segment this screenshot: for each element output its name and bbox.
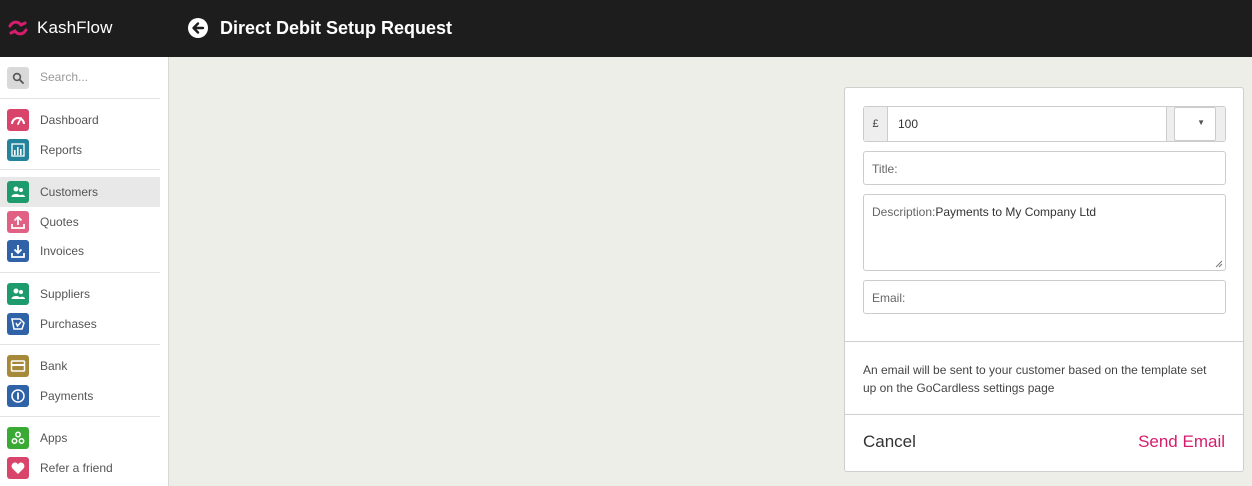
bar-chart-icon [7, 139, 29, 161]
sidebar-divider [0, 272, 160, 273]
brand-name: KashFlow [37, 18, 113, 37]
sidebar-item-apps[interactable]: Apps [0, 423, 160, 453]
top-bar: KashFlow Direct Debit Setup Request [0, 0, 1252, 57]
search-icon [7, 67, 29, 89]
chevron-down-icon: ▼ [1197, 118, 1205, 127]
description-field-label: Description: [872, 205, 936, 219]
email-field[interactable]: Email: [863, 280, 1226, 314]
title-field-label: Title: [872, 162, 898, 176]
sidebar-divider [0, 169, 160, 170]
cancel-button[interactable]: Cancel [863, 432, 916, 452]
sidebar-item-label: Dashboard [40, 113, 99, 127]
sidebar-item-bank[interactable]: Bank [0, 351, 160, 381]
sidebar-divider [0, 416, 160, 417]
sidebar-item-reports[interactable]: Reports [0, 135, 160, 165]
direct-debit-form-panel: £ ▼ Title: Description:Payments to My Co… [844, 87, 1244, 472]
brand[interactable]: KashFlow [8, 17, 112, 39]
page-title: Direct Debit Setup Request [220, 18, 453, 38]
divider [845, 341, 1243, 342]
sidebar-item-label: Apps [40, 431, 68, 445]
info-text: An email will be sent to your customer b… [863, 363, 1207, 395]
amount-input[interactable] [888, 107, 1166, 141]
resize-grip-icon[interactable] [1215, 260, 1223, 268]
sidebar-divider [0, 98, 160, 99]
sidebar-item-suppliers[interactable]: Suppliers [0, 279, 160, 309]
divider [845, 414, 1243, 415]
sidebar-item-refer-a-friend[interactable]: Refer a friend [0, 453, 160, 483]
frequency-select-wrapper: ▼ [1166, 107, 1225, 141]
download-tray-icon [7, 240, 29, 262]
card-icon [7, 355, 29, 377]
sidebar-item-quotes[interactable]: Quotes [0, 207, 160, 237]
sidebar: Search... Dashboard Reports Customers Qu… [0, 57, 169, 486]
sidebar-item-label: Invoices [40, 244, 85, 258]
sidebar-item-label: Purchases [40, 317, 97, 331]
amount-input-group: £ ▼ [863, 106, 1226, 142]
sidebar-item-label: Quotes [40, 215, 79, 229]
heart-icon [7, 457, 29, 479]
sidebar-item-purchases[interactable]: Purchases [0, 309, 160, 339]
description-field[interactable]: Description:Payments to My Company Ltd [863, 194, 1226, 271]
sidebar-item-label: Payments [40, 389, 94, 403]
sidebar-item-label: Reports [40, 143, 83, 157]
send-email-button[interactable]: Send Email [1138, 432, 1225, 452]
sidebar-item-label: Customers [40, 185, 99, 199]
description-value: Payments to My Company Ltd [935, 205, 1097, 219]
back-button[interactable] [188, 18, 208, 38]
frequency-select[interactable]: ▼ [1174, 107, 1216, 141]
sidebar-item-dashboard[interactable]: Dashboard [0, 105, 160, 135]
kashflow-logo-icon [8, 20, 28, 36]
sidebar-item-payments[interactable]: Payments [0, 381, 160, 411]
coin-icon [7, 385, 29, 407]
arrow-left-circle-icon [192, 22, 205, 34]
upload-tray-icon [7, 211, 29, 233]
users-icon [7, 181, 29, 203]
apps-icon [7, 427, 29, 449]
email-field-label: Email: [872, 291, 906, 305]
title-field[interactable]: Title: [863, 151, 1226, 185]
sidebar-item-label: Suppliers [40, 287, 91, 301]
search-input[interactable]: Search... [40, 70, 88, 84]
sidebar-search[interactable]: Search... [0, 65, 160, 91]
sidebar-item-label: Refer a friend [40, 461, 113, 475]
sidebar-divider [0, 344, 160, 345]
sidebar-item-customers[interactable]: Customers [0, 177, 160, 207]
sidebar-item-label: Bank [40, 359, 68, 373]
users-icon [7, 283, 29, 305]
basket-icon [7, 313, 29, 335]
currency-symbol: £ [864, 107, 888, 141]
gauge-icon [7, 109, 29, 131]
sidebar-item-invoices[interactable]: Invoices [0, 236, 160, 266]
